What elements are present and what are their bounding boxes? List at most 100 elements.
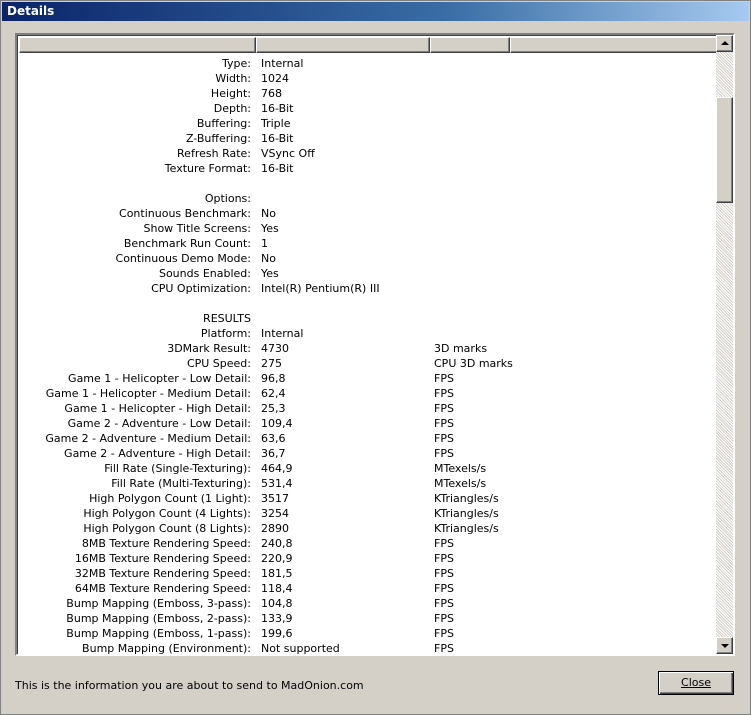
row-unit: FPS [434, 597, 454, 610]
close-button-label: Close [681, 676, 711, 689]
row-label: Fill Rate (Single-Texturing): [104, 462, 251, 475]
row-value: 3517 [261, 492, 289, 505]
list-item[interactable]: Benchmark Run Count: 1 [19, 236, 716, 251]
list-item[interactable]: Bump Mapping (Emboss, 1-pass): 199,6 FPS [19, 626, 716, 641]
row-label: Options: [204, 192, 251, 205]
row-unit: FPS [434, 372, 454, 385]
row-label: Depth: [213, 102, 251, 115]
row-label: Benchmark Run Count: [123, 237, 251, 250]
row-value: Internal [261, 327, 304, 340]
row-label: 32MB Texture Rendering Speed: [74, 567, 251, 580]
list-item[interactable]: Game 1 - Helicopter - Medium Detail: 62,4… [19, 386, 716, 401]
list-item[interactable]: Sounds Enabled: Yes [19, 266, 716, 281]
list-item[interactable]: Game 1 - Helicopter - Low Detail: 96,8 FPS [19, 371, 716, 386]
row-value: 96,8 [261, 372, 286, 385]
row-value: 104,8 [261, 597, 293, 610]
row-value: 16-Bit [261, 102, 294, 115]
list-item[interactable]: Buffering: Triple [19, 116, 716, 131]
list-item[interactable]: RESULTS [19, 311, 716, 326]
row-label: Refresh Rate: [177, 147, 251, 160]
row-value: VSync Off [261, 147, 315, 160]
row-unit: FPS [434, 582, 454, 595]
list-item[interactable]: Bump Mapping (Emboss, 3-pass): 104,8 FPS [19, 596, 716, 611]
list-item[interactable]: High Polygon Count (1 Light): 3517 KTriang… [19, 491, 716, 506]
row-value: Internal [261, 57, 304, 70]
row-label: Z-Buffering: [185, 132, 251, 145]
row-unit: CPU 3D marks [434, 357, 513, 370]
list-item[interactable]: Show Title Screens: Yes [19, 221, 716, 236]
list-item[interactable]: 3DMark Result: 4730 3D marks [19, 341, 716, 356]
list-item[interactable]: 32MB Texture Rendering Speed: 181,5 FPS [19, 566, 716, 581]
row-unit: FPS [434, 627, 454, 640]
list-item[interactable]: Game 2 - Adventure - Medium Detail: 63,6 F… [19, 431, 716, 446]
list-item[interactable]: CPU Speed: 275 CPU 3D marks [19, 356, 716, 371]
list-item[interactable] [19, 176, 716, 191]
list-item[interactable]: High Polygon Count (4 Lights): 3254 KTrian… [19, 506, 716, 521]
list-item[interactable]: Game 2 - Adventure - High Detail: 36,7 FPS [19, 446, 716, 461]
list-item[interactable]: Platform: Internal [19, 326, 716, 341]
list-item[interactable]: Game 1 - Helicopter - High Detail: 25,3 FP… [19, 401, 716, 416]
row-label: Buffering: [196, 117, 251, 130]
column-header-1[interactable] [19, 37, 256, 53]
list-item[interactable]: High Polygon Count (8 Lights): 2890 KTrian… [19, 521, 716, 536]
list-item[interactable]: Depth: 16-Bit [19, 101, 716, 116]
row-label: Type: [222, 57, 251, 70]
list-item[interactable]: Fill Rate (Multi-Texturing): 531,4 MTexels… [19, 476, 716, 491]
row-value: Triple [261, 117, 291, 130]
details-rows: Type: Internal Width: 1024 Height: 768 Depth: 1… [19, 56, 716, 655]
row-unit: MTexels/s [434, 462, 487, 475]
list-item[interactable]: Options: [19, 191, 716, 206]
list-item[interactable]: Game 2 - Adventure - Low Detail: 109,4 FPS [19, 416, 716, 431]
row-unit: 3D marks [434, 342, 488, 355]
row-label: 16MB Texture Rendering Speed: [74, 552, 251, 565]
vertical-scrollbar[interactable] [716, 35, 733, 654]
column-header [19, 37, 718, 53]
list-item[interactable]: Fill Rate (Single-Texturing): 464,9 MTexel… [19, 461, 716, 476]
scrollbar-thumb[interactable] [716, 97, 733, 203]
list-item[interactable]: Bump Mapping (Emboss, 2-pass): 133,9 FPS [19, 611, 716, 626]
row-label: Game 1 - Helicopter - Medium Detail: [45, 387, 251, 400]
details-list[interactable]: Type: Internal Width: 1024 Height: 768 Depth: 1… [15, 33, 735, 656]
row-value: No [261, 207, 276, 220]
list-item[interactable]: Width: 1024 [19, 71, 716, 86]
list-item[interactable]: Height: 768 [19, 86, 716, 101]
list-item[interactable]: Refresh Rate: VSync Off [19, 146, 716, 161]
row-unit: KTriangles/s [434, 522, 499, 535]
list-item[interactable]: 16MB Texture Rendering Speed: 220,9 FPS [19, 551, 716, 566]
row-value: 464,9 [261, 462, 293, 475]
scroll-up-arrow-icon [721, 41, 729, 45]
column-header-3[interactable] [430, 37, 510, 53]
list-item[interactable]: 64MB Texture Rendering Speed: 118,4 FPS [19, 581, 716, 596]
list-item[interactable]: Z-Buffering: 16-Bit [19, 131, 716, 146]
row-label: Sounds Enabled: [158, 267, 251, 280]
row-unit: FPS [434, 402, 454, 415]
row-label: 64MB Texture Rendering Speed: [74, 582, 251, 595]
info-text: This is the information you are about to… [15, 679, 364, 692]
list-item[interactable]: Texture Format: 16-Bit [19, 161, 716, 176]
row-value: 768 [261, 87, 282, 100]
column-header-4[interactable] [510, 37, 718, 53]
scroll-up-button[interactable] [716, 35, 733, 52]
close-button[interactable]: Close [658, 671, 734, 695]
list-item[interactable]: Type: Internal [19, 56, 716, 71]
row-value: 16-Bit [261, 162, 294, 175]
window-title: Details [2, 2, 749, 21]
column-header-2[interactable] [256, 37, 430, 53]
list-item[interactable]: Bump Mapping (Environment): Not supported… [19, 641, 716, 655]
list-item[interactable]: Continuous Benchmark: No [19, 206, 716, 221]
row-unit: FPS [434, 642, 454, 655]
row-label: Continuous Benchmark: [119, 207, 251, 220]
list-item[interactable]: 8MB Texture Rendering Speed: 240,8 FPS [19, 536, 716, 551]
row-label: Bump Mapping (Emboss, 2-pass): [66, 612, 251, 625]
list-item[interactable]: Continuous Demo Mode: No [19, 251, 716, 266]
row-value: 2890 [261, 522, 289, 535]
row-unit: FPS [434, 567, 454, 580]
list-item[interactable]: CPU Optimization: Intel(R) Pentium(R) III [19, 281, 716, 296]
scroll-down-button[interactable] [716, 637, 733, 654]
list-item[interactable] [19, 296, 716, 311]
row-value: 240,8 [261, 537, 293, 550]
row-unit: FPS [434, 447, 454, 460]
row-unit: KTriangles/s [434, 492, 499, 505]
row-value: Not supported [261, 642, 340, 655]
row-label: Game 1 - Helicopter - Low Detail: [68, 372, 251, 385]
